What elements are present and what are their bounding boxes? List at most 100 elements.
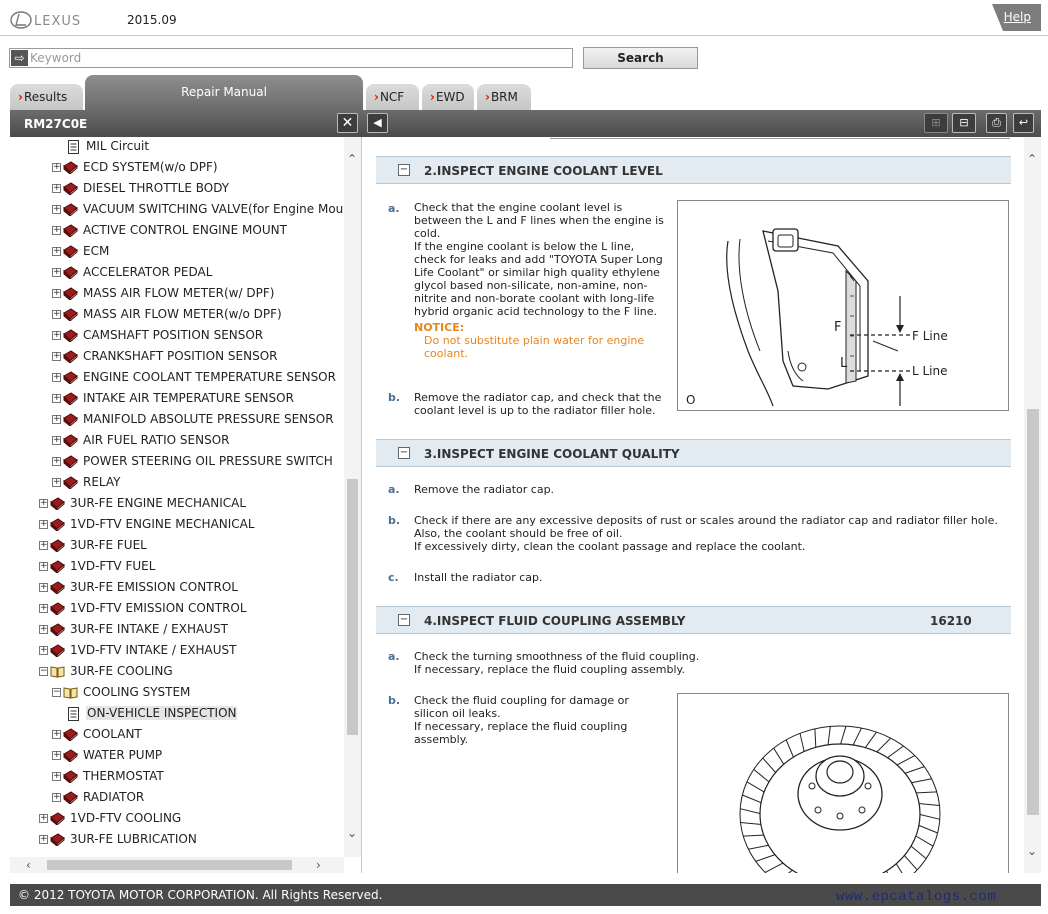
expand-node-icon[interactable]: + xyxy=(39,814,48,823)
tree-item[interactable]: + ACCELERATOR PEDAL xyxy=(52,264,212,285)
tree-item[interactable]: + AIR FUEL RATIO SENSOR xyxy=(52,432,230,453)
tree-item[interactable]: + CAMSHAFT POSITION SENSOR xyxy=(52,327,263,348)
tree-item[interactable]: +3UR-FE ENGINE MECHANICAL xyxy=(39,495,246,516)
tree-item[interactable]: + MANIFOLD ABSOLUTE PRESSURE SENSOR xyxy=(52,411,334,432)
content-scroll-thumb[interactable] xyxy=(1027,409,1039,815)
tab-brm[interactable]: ›BRM xyxy=(477,84,531,110)
tree-item[interactable]: +3UR-FE LUBRICATION xyxy=(39,831,197,852)
close-icon[interactable]: ✕ xyxy=(337,113,358,133)
expand-node-icon[interactable]: + xyxy=(39,604,48,613)
scroll-down-icon[interactable]: ⌄ xyxy=(347,827,357,839)
tree-item[interactable]: + INTAKE AIR TEMPERATURE SENSOR xyxy=(52,390,294,411)
tree-item[interactable]: MIL Circuit xyxy=(65,138,149,159)
tree-item[interactable]: ON-VEHICLE INSPECTION xyxy=(65,705,238,726)
tab-ewd[interactable]: ›EWD xyxy=(422,84,474,110)
expand-node-icon[interactable]: + xyxy=(39,646,48,655)
return-icon[interactable]: ↩ xyxy=(1013,113,1034,133)
print-icon[interactable]: ⎙ xyxy=(986,113,1007,133)
scroll-up-icon[interactable]: ⌃ xyxy=(1027,153,1037,165)
tree-item[interactable]: +1VD-FTV ENGINE MECHANICAL xyxy=(39,516,255,537)
tree-hscroll-thumb[interactable] xyxy=(47,860,292,870)
expand-node-icon[interactable]: + xyxy=(52,436,61,445)
expand-node-icon[interactable]: + xyxy=(52,751,61,760)
expand-node-icon[interactable]: + xyxy=(39,499,48,508)
tree-item[interactable]: + POWER STEERING OIL PRESSURE SWITCH xyxy=(52,453,333,474)
expand-node-icon[interactable]: + xyxy=(39,625,48,634)
tree-item[interactable]: + ENGINE COOLANT TEMPERATURE SENSOR xyxy=(52,369,336,390)
tree-item[interactable]: + CRANKSHAFT POSITION SENSOR xyxy=(52,348,278,369)
tree-item-label: 1VD-FTV INTAKE / EXHAUST xyxy=(70,643,237,657)
expand-node-icon[interactable]: + xyxy=(52,331,61,340)
tab-results[interactable]: ›Results xyxy=(10,84,83,110)
expand-node-icon[interactable]: + xyxy=(52,352,61,361)
tree-vertical-scrollbar[interactable]: ⌃ ⌄ xyxy=(344,137,361,857)
collapse-section-icon[interactable]: − xyxy=(398,447,410,459)
expand-node-icon[interactable]: + xyxy=(39,835,48,844)
expand-node-icon[interactable]: + xyxy=(52,394,61,403)
tree-item[interactable]: +3UR-FE FUEL xyxy=(39,537,147,558)
lexus-logo: LEXUS xyxy=(10,11,80,29)
collapse-section-icon[interactable]: − xyxy=(398,614,410,626)
tab-repair-manual[interactable]: Repair Manual xyxy=(85,75,363,111)
tree-item[interactable]: + MASS AIR FLOW METER(w/o DPF) xyxy=(52,306,282,327)
expand-node-icon[interactable]: + xyxy=(52,247,61,256)
tree-item[interactable]: + MASS AIR FLOW METER(w/ DPF) xyxy=(52,285,274,306)
step-line: Also, the coolant should be free of oil. xyxy=(414,527,623,540)
collapse-panel-icon[interactable]: ◀ xyxy=(367,113,388,133)
collapse-all-icon[interactable]: ⊟ xyxy=(952,113,976,133)
help-link[interactable]: Help xyxy=(1004,10,1031,24)
tree-item[interactable]: +1VD-FTV EMISSION CONTROL xyxy=(39,600,247,621)
content-vertical-scrollbar[interactable]: ⌃ ⌄ xyxy=(1024,137,1041,873)
scroll-left-icon[interactable]: ‹ xyxy=(26,859,31,871)
expand-node-icon[interactable]: + xyxy=(52,163,61,172)
expand-node-icon[interactable]: + xyxy=(52,478,61,487)
expand-all-icon[interactable]: ⊞ xyxy=(924,113,948,133)
tree-item[interactable]: − COOLING SYSTEM xyxy=(52,684,190,705)
tree-item[interactable]: + ACTIVE CONTROL ENGINE MOUNT xyxy=(52,222,287,243)
tree-item[interactable]: +1VD-FTV INTAKE / EXHAUST xyxy=(39,642,236,663)
expand-node-icon[interactable]: + xyxy=(39,520,48,529)
tree-item[interactable]: − 3UR-FE COOLING xyxy=(39,663,173,684)
expand-node-icon[interactable]: + xyxy=(52,310,61,319)
expand-node-icon[interactable]: + xyxy=(52,730,61,739)
collapse-node-icon[interactable]: − xyxy=(39,667,48,676)
scroll-down-icon[interactable]: ⌄ xyxy=(1027,845,1037,857)
tree-item[interactable]: +1VD-FTV COOLING xyxy=(39,810,181,831)
collapse-section-icon[interactable]: − xyxy=(398,164,410,176)
expand-node-icon[interactable]: + xyxy=(52,205,61,214)
tree-item[interactable]: +3UR-FE EMISSION CONTROL xyxy=(39,579,238,600)
tree-scroll-thumb[interactable] xyxy=(347,479,358,735)
expand-node-icon[interactable]: + xyxy=(52,268,61,277)
expand-node-icon[interactable]: + xyxy=(52,226,61,235)
tree-item[interactable]: + ECM xyxy=(52,243,109,264)
step-text: Install the radiator cap. xyxy=(414,571,1014,584)
tab-ncf[interactable]: ›NCF xyxy=(366,84,419,110)
expand-node-icon[interactable]: + xyxy=(52,289,61,298)
collapse-node-icon[interactable]: − xyxy=(52,688,61,697)
tree-item[interactable]: + COOLANT xyxy=(52,726,142,747)
tree-item[interactable]: + VACUUM SWITCHING VALVE(for Engine Mount xyxy=(52,201,344,222)
tree-item[interactable]: + RELAY xyxy=(52,474,121,495)
scroll-right-icon[interactable]: › xyxy=(316,859,321,871)
expand-node-icon[interactable]: + xyxy=(52,415,61,424)
search-button[interactable]: Search xyxy=(583,47,698,69)
expand-node-icon[interactable]: + xyxy=(52,793,61,802)
tree-item[interactable]: + WATER PUMP xyxy=(52,747,162,768)
expand-node-icon[interactable]: + xyxy=(39,583,48,592)
expand-node-icon[interactable]: + xyxy=(39,562,48,571)
step-line: between the L and F lines when the engin… xyxy=(414,214,664,227)
tree-item[interactable]: +3UR-FE INTAKE / EXHAUST xyxy=(39,621,228,642)
expand-node-icon[interactable]: + xyxy=(52,457,61,466)
tree-horizontal-scrollbar[interactable]: ‹ › xyxy=(10,857,344,873)
expand-node-icon[interactable]: + xyxy=(52,373,61,382)
tree-item[interactable]: + THERMOSTAT xyxy=(52,768,164,789)
expand-node-icon[interactable]: + xyxy=(52,184,61,193)
tree-item[interactable]: + ECD SYSTEM(w/o DPF) xyxy=(52,159,218,180)
expand-node-icon[interactable]: + xyxy=(52,772,61,781)
tree-item[interactable]: + DIESEL THROTTLE BODY xyxy=(52,180,229,201)
scroll-up-icon[interactable]: ⌃ xyxy=(347,153,357,165)
expand-node-icon[interactable]: + xyxy=(39,541,48,550)
search-input[interactable] xyxy=(30,49,570,67)
tree-item[interactable]: +1VD-FTV FUEL xyxy=(39,558,155,579)
tree-item[interactable]: + RADIATOR xyxy=(52,789,144,810)
